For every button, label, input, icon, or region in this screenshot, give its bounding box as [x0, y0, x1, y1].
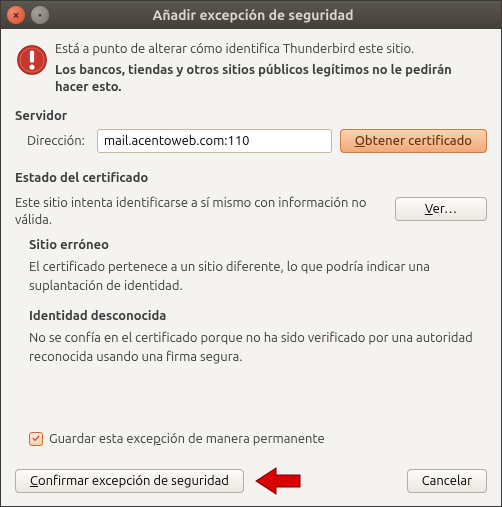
confirm-exception-button[interactable]: Confirmar excepción de seguridad [15, 469, 244, 493]
intro-line1: Está a punto de alterar cómo identifica … [55, 41, 487, 59]
warning-icon [15, 41, 55, 97]
view-button-label: Ver… [425, 202, 457, 216]
permanent-exception-row[interactable]: ✓ Guardar esta excepción de manera perma… [29, 432, 487, 446]
get-certificate-button[interactable]: Obtener certificado [340, 129, 487, 153]
status-block: Este sitio intenta identificarse a sí mi… [15, 195, 487, 230]
confirm-exception-label: Confirmar excepción de seguridad [30, 474, 229, 488]
window-minimize-icon[interactable]: · [31, 6, 49, 24]
status-heading: Estado del certificado [15, 171, 487, 185]
permanent-exception-label: Guardar esta excepción de manera permane… [49, 432, 325, 446]
window-title: Añadir excepción de seguridad [55, 7, 495, 23]
intro-line2: Los bancos, tiendas y otros sitios públi… [55, 62, 487, 97]
intro-row: Está a punto de alterar cómo identifica … [15, 41, 487, 97]
status-desc: Este sitio intenta identificarse a sí mi… [15, 195, 385, 230]
wrong-site-heading: Sitio erróneo [29, 238, 487, 252]
checkbox-icon[interactable]: ✓ [29, 432, 43, 446]
annotation-arrow-icon [254, 466, 302, 496]
window-close-icon[interactable]: × [7, 6, 25, 24]
server-row: Dirección: Obtener certificado [15, 129, 487, 153]
titlebar: × · Añadir excepción de seguridad [1, 1, 501, 29]
cancel-button[interactable]: Cancelar [407, 469, 487, 493]
address-label: Dirección: [15, 134, 89, 148]
intro-text: Está a punto de alterar cómo identifica … [55, 41, 487, 97]
view-button[interactable]: Ver… [395, 197, 487, 221]
address-input[interactable] [97, 129, 332, 153]
button-row: Confirmar excepción de seguridad Cancela… [15, 460, 487, 496]
dialog-content: Está a punto de alterar cómo identifica … [1, 29, 501, 506]
get-certificate-label: Obtener certificado [355, 134, 472, 148]
dialog-window: × · Añadir excepción de seguridad Está a… [0, 0, 502, 507]
unknown-identity-text: No se confía en el certificado porque no… [29, 329, 483, 367]
unknown-identity-heading: Identidad desconocida [29, 309, 487, 323]
wrong-site-text: El certificado pertenece a un sitio dife… [29, 258, 483, 296]
server-heading: Servidor [15, 109, 487, 123]
